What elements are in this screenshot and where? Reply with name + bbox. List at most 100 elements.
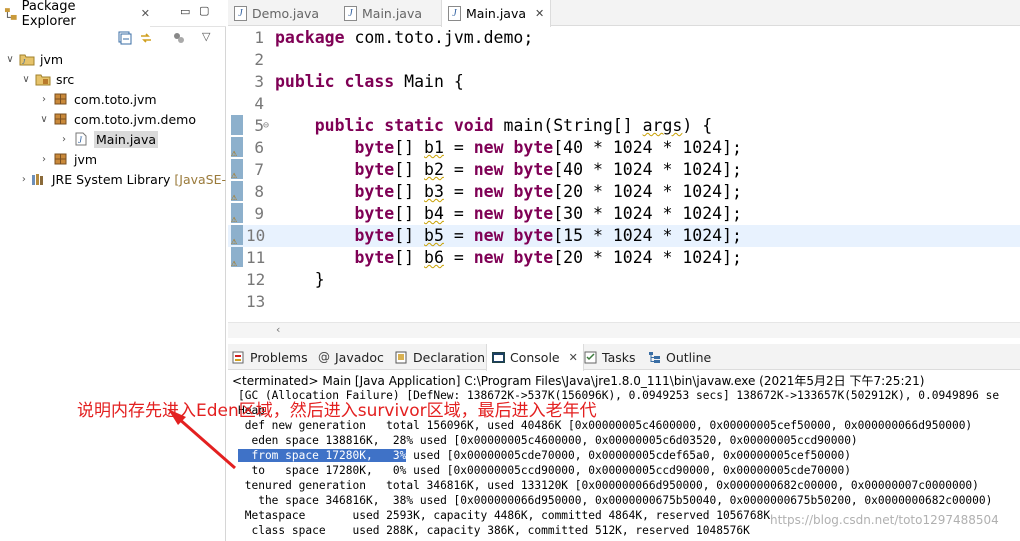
view-menu-icon[interactable]: ▽ bbox=[202, 30, 210, 43]
expand-toggle-icon[interactable]: › bbox=[38, 94, 50, 105]
maximize-icon[interactable]: ▢ bbox=[199, 4, 209, 17]
code-token: } bbox=[275, 270, 325, 289]
expand-toggle-icon[interactable]: › bbox=[58, 134, 70, 145]
close-icon[interactable]: ✕ bbox=[141, 7, 150, 20]
tasks-icon bbox=[584, 351, 597, 363]
package-explorer-view: Package Explorer ✕ ▭ ▢ ▽ ∨ J jvm ∨ src ›… bbox=[0, 0, 226, 541]
console-line: eden space 138816K, 28% used [0x00000005… bbox=[238, 433, 857, 448]
warning-icon[interactable]: ⚠ bbox=[231, 253, 243, 269]
tab-console[interactable]: Console ✕ bbox=[486, 344, 584, 371]
warning-icon[interactable]: ⚠ bbox=[231, 187, 243, 203]
java-file-icon: J bbox=[344, 5, 357, 21]
code-line[interactable]: ⚠ 6 byte[] b1 = new byte[40 * 1024 * 1024… bbox=[228, 137, 1020, 159]
code-line[interactable]: 13 bbox=[228, 291, 1020, 313]
line-number: 11 bbox=[246, 248, 266, 267]
scroll-left-icon[interactable]: ‹ bbox=[276, 323, 280, 336]
tree-item-package-jvm[interactable]: › jvm bbox=[0, 149, 226, 169]
keyword: byte bbox=[513, 248, 554, 267]
code-line[interactable]: 12 } bbox=[228, 269, 1020, 291]
code-token: = bbox=[443, 160, 474, 179]
close-icon[interactable]: ✕ bbox=[569, 351, 578, 364]
code-editor[interactable]: 1 package com.toto.jvm.demo; 2 3 public clas… bbox=[228, 27, 1020, 322]
expand-toggle-icon[interactable]: › bbox=[38, 154, 50, 165]
link-with-editor-icon[interactable] bbox=[139, 31, 153, 45]
expand-toggle-icon[interactable]: › bbox=[20, 174, 28, 185]
warning-icon[interactable]: ⚠ bbox=[231, 143, 243, 159]
code-line[interactable]: ⚠ 10 byte[] b5 = new byte[15 * 1024 * 102… bbox=[228, 225, 1020, 247]
tree-item-project-jvm[interactable]: ∨ J jvm bbox=[0, 49, 226, 69]
close-icon[interactable]: ✕ bbox=[535, 7, 544, 20]
tree-item-main-java[interactable]: › J Main.java bbox=[0, 129, 226, 149]
editor-tab-main-java-active[interactable]: J Main.java ✕ bbox=[441, 0, 552, 27]
line-number: 1 bbox=[254, 28, 264, 47]
editor-area: J Demo.java J Main.java J Main.java ✕ 1p… bbox=[228, 0, 1020, 340]
tab-problems[interactable]: Problems bbox=[232, 344, 308, 370]
horizontal-scrollbar[interactable]: ‹ bbox=[228, 322, 1020, 338]
code-token: [] bbox=[394, 138, 425, 157]
code-line[interactable]: 3 public class Main { bbox=[228, 71, 1020, 93]
keyword: byte bbox=[513, 204, 554, 223]
code-line[interactable]: ⚠ 11 byte[] b6 = new byte[20 * 1024 * 102… bbox=[228, 247, 1020, 269]
tree-label: Main.java bbox=[94, 130, 159, 148]
expand-toggle-icon[interactable]: ∨ bbox=[4, 54, 16, 65]
package-explorer-tab[interactable]: Package Explorer ✕ bbox=[0, 0, 150, 29]
outline-icon bbox=[649, 351, 660, 363]
code-token: = bbox=[443, 226, 474, 245]
tab-label: Tasks bbox=[602, 349, 636, 365]
tree-item-jre-system-library[interactable]: › JRE System Library [JavaSE- bbox=[0, 169, 226, 189]
editor-tab-label: Main.java bbox=[466, 6, 527, 21]
variable: b1 bbox=[424, 138, 444, 157]
code-token: [30 * 1024 * 1024]; bbox=[553, 204, 742, 223]
tree-item-package-com-toto-jvm[interactable]: › com.toto.jvm bbox=[0, 89, 226, 109]
code-line[interactable]: 1 package com.toto.jvm.demo; bbox=[228, 27, 1020, 49]
line-number: 3 bbox=[254, 72, 264, 91]
tab-javadoc[interactable]: @ Javadoc bbox=[318, 344, 384, 370]
editor-tab-demo-java[interactable]: J Demo.java bbox=[228, 0, 325, 26]
java-file-icon: J bbox=[75, 132, 87, 146]
keyword: package bbox=[275, 28, 345, 47]
code-token: [15 * 1024 * 1024]; bbox=[553, 226, 742, 245]
code-line[interactable]: ⊖ 5 public static void main(String[] args… bbox=[228, 115, 1020, 137]
tab-label: Console bbox=[510, 350, 560, 365]
console-line: to space 17280K, 0% used [0x00000005ccd9… bbox=[238, 463, 850, 478]
code-text: byte[] b6 = new byte[20 * 1024 * 1024]; bbox=[275, 247, 742, 269]
code-line[interactable]: 2 bbox=[228, 49, 1020, 71]
code-text: public class Main { bbox=[275, 71, 464, 93]
code-token: [20 * 1024 * 1024]; bbox=[553, 182, 742, 201]
code-line[interactable]: ⚠ 7 byte[] b2 = new byte[40 * 1024 * 1024… bbox=[228, 159, 1020, 181]
keyword: void bbox=[453, 116, 494, 135]
tab-declaration[interactable]: Declaration bbox=[395, 344, 485, 370]
warning-icon[interactable]: ⚠ bbox=[231, 209, 243, 225]
keyword: class bbox=[344, 72, 395, 91]
minimize-icon[interactable]: ▭ bbox=[180, 5, 190, 18]
tab-tasks[interactable]: Tasks bbox=[584, 344, 636, 370]
line-number: 6 bbox=[254, 138, 264, 157]
tree-item-src[interactable]: ∨ src bbox=[0, 69, 226, 89]
code-text: byte[] b2 = new byte[40 * 1024 * 1024]; bbox=[275, 159, 742, 181]
console-text: class space used 288K, capacity 386K, co… bbox=[238, 524, 750, 537]
tab-outline[interactable]: Outline bbox=[648, 344, 711, 370]
editor-tab-main-java[interactable]: J Main.java bbox=[338, 0, 428, 26]
expand-toggle-icon[interactable]: ∨ bbox=[38, 114, 50, 125]
library-icon bbox=[31, 174, 43, 185]
tree-label: com.toto.jvm.demo bbox=[74, 111, 196, 127]
collapse-all-icon[interactable] bbox=[118, 31, 132, 45]
warning-icon[interactable]: ⚠ bbox=[231, 231, 243, 247]
console-line: from space 17280K, 3% used [0x00000005cd… bbox=[238, 448, 851, 463]
code-line[interactable]: ⚠ 8 byte[] b3 = new byte[20 * 1024 * 1024… bbox=[228, 181, 1020, 203]
tree-item-package-com-toto-jvm-demo[interactable]: ∨ com.toto.jvm.demo bbox=[0, 109, 226, 129]
keyword: byte bbox=[354, 226, 395, 245]
line-number: 7 bbox=[254, 160, 264, 179]
keyword: new bbox=[473, 226, 504, 245]
code-line[interactable]: ⚠ 9 byte[] b4 = new byte[30 * 1024 * 1024… bbox=[228, 203, 1020, 225]
line-number: 12 bbox=[246, 270, 266, 289]
console-line: class space used 288K, capacity 386K, co… bbox=[238, 523, 750, 538]
expand-toggle-icon[interactable]: ∨ bbox=[20, 74, 32, 85]
code-line[interactable]: 4 bbox=[228, 93, 1020, 115]
warning-icon[interactable]: ⚠ bbox=[231, 165, 243, 181]
focus-icon[interactable] bbox=[172, 31, 186, 45]
